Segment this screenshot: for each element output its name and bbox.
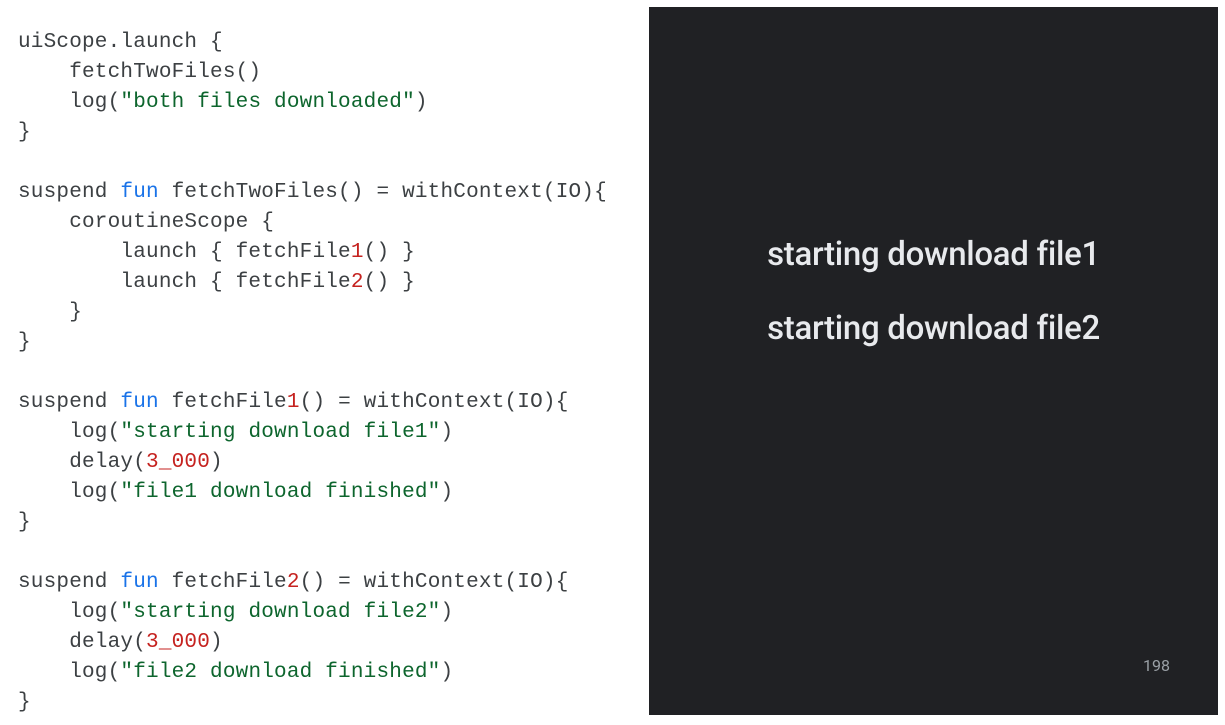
code-line: suspend fun fetchFile2() = withContext(I… (18, 568, 649, 598)
code-line: } (18, 508, 649, 538)
output-line-1: starting download file1 (649, 235, 1218, 275)
code-token: suspend (18, 181, 120, 204)
code-token: 1 (351, 241, 364, 264)
code-line (18, 148, 649, 178)
code-line: uiScope.launch { (18, 28, 649, 58)
code-line: suspend fun fetchFile1() = withContext(I… (18, 388, 649, 418)
code-token: 3_000 (146, 631, 210, 654)
code-line: coroutineScope { (18, 208, 649, 238)
code-token: fetchFile (159, 571, 287, 594)
code-token: ) (440, 661, 453, 684)
code-token: ) (210, 631, 223, 654)
code-line: fetchTwoFiles() (18, 58, 649, 88)
code-token: } (18, 511, 31, 534)
code-token: () } (364, 271, 415, 294)
code-line: log("file1 download finished") (18, 478, 649, 508)
code-line: suspend fun fetchTwoFiles() = withContex… (18, 178, 649, 208)
code-token: "both files downloaded" (120, 91, 414, 114)
code-token: log( (18, 601, 120, 624)
code-token: launch { fetchFile (18, 241, 351, 264)
code-token: launch { fetchFile (18, 271, 351, 294)
code-token: fetchTwoFiles() = withContext(IO){ (159, 181, 607, 204)
code-token: 2 (287, 571, 300, 594)
code-line: log("both files downloaded") (18, 88, 649, 118)
code-line: delay(3_000) (18, 448, 649, 478)
code-token: fun (120, 181, 158, 204)
code-line: } (18, 118, 649, 148)
slide: uiScope.launch { fetchTwoFiles() log("bo… (0, 0, 1225, 725)
code-line (18, 358, 649, 388)
code-line: delay(3_000) (18, 628, 649, 658)
code-token: () } (364, 241, 415, 264)
code-token: "starting download file2" (120, 601, 440, 624)
code-token: () = withContext(IO){ (300, 391, 569, 414)
code-token: "file2 download finished" (120, 661, 440, 684)
code-pane: uiScope.launch { fetchTwoFiles() log("bo… (0, 0, 649, 725)
code-token: "file1 download finished" (120, 481, 440, 504)
output-content: starting download file1 starting downloa… (649, 235, 1218, 382)
code-line: log("starting download file2") (18, 598, 649, 628)
code-token: fetchFile (159, 391, 287, 414)
code-token: coroutineScope { (18, 211, 274, 234)
code-token: } (18, 121, 31, 144)
code-line: } (18, 328, 649, 358)
code-token: ) (440, 601, 453, 624)
code-line: log("starting download file1") (18, 418, 649, 448)
code-token: () = withContext(IO){ (300, 571, 569, 594)
code-token: ) (440, 421, 453, 444)
code-line: } (18, 298, 649, 328)
code-token: suspend (18, 571, 120, 594)
code-token: log( (18, 661, 120, 684)
code-token: log( (18, 421, 120, 444)
code-token: delay( (18, 451, 146, 474)
code-line: launch { fetchFile2() } (18, 268, 649, 298)
page-number: 198 (1143, 656, 1170, 675)
output-pane: starting download file1 starting downloa… (649, 7, 1218, 715)
code-token: fun (120, 391, 158, 414)
code-token: log( (18, 481, 120, 504)
code-token: 3_000 (146, 451, 210, 474)
code-token: suspend (18, 391, 120, 414)
code-token: 1 (287, 391, 300, 414)
code-token: log( (18, 91, 120, 114)
code-token: uiScope.launch { (18, 31, 223, 54)
output-line-2: starting download file2 (649, 309, 1218, 349)
code-line: launch { fetchFile1() } (18, 238, 649, 268)
code-token: fun (120, 571, 158, 594)
code-line (18, 538, 649, 568)
code-line: } (18, 688, 649, 718)
code-token: } (18, 301, 82, 324)
code-token: } (18, 331, 31, 354)
code-token: ) (210, 451, 223, 474)
code-token: "starting download file1" (120, 421, 440, 444)
code-token: fetchTwoFiles() (18, 61, 261, 84)
code-token: } (18, 691, 31, 714)
code-token: ) (415, 91, 428, 114)
code-token: delay( (18, 631, 146, 654)
code-line: log("file2 download finished") (18, 658, 649, 688)
code-token: 2 (351, 271, 364, 294)
code-token: ) (440, 481, 453, 504)
